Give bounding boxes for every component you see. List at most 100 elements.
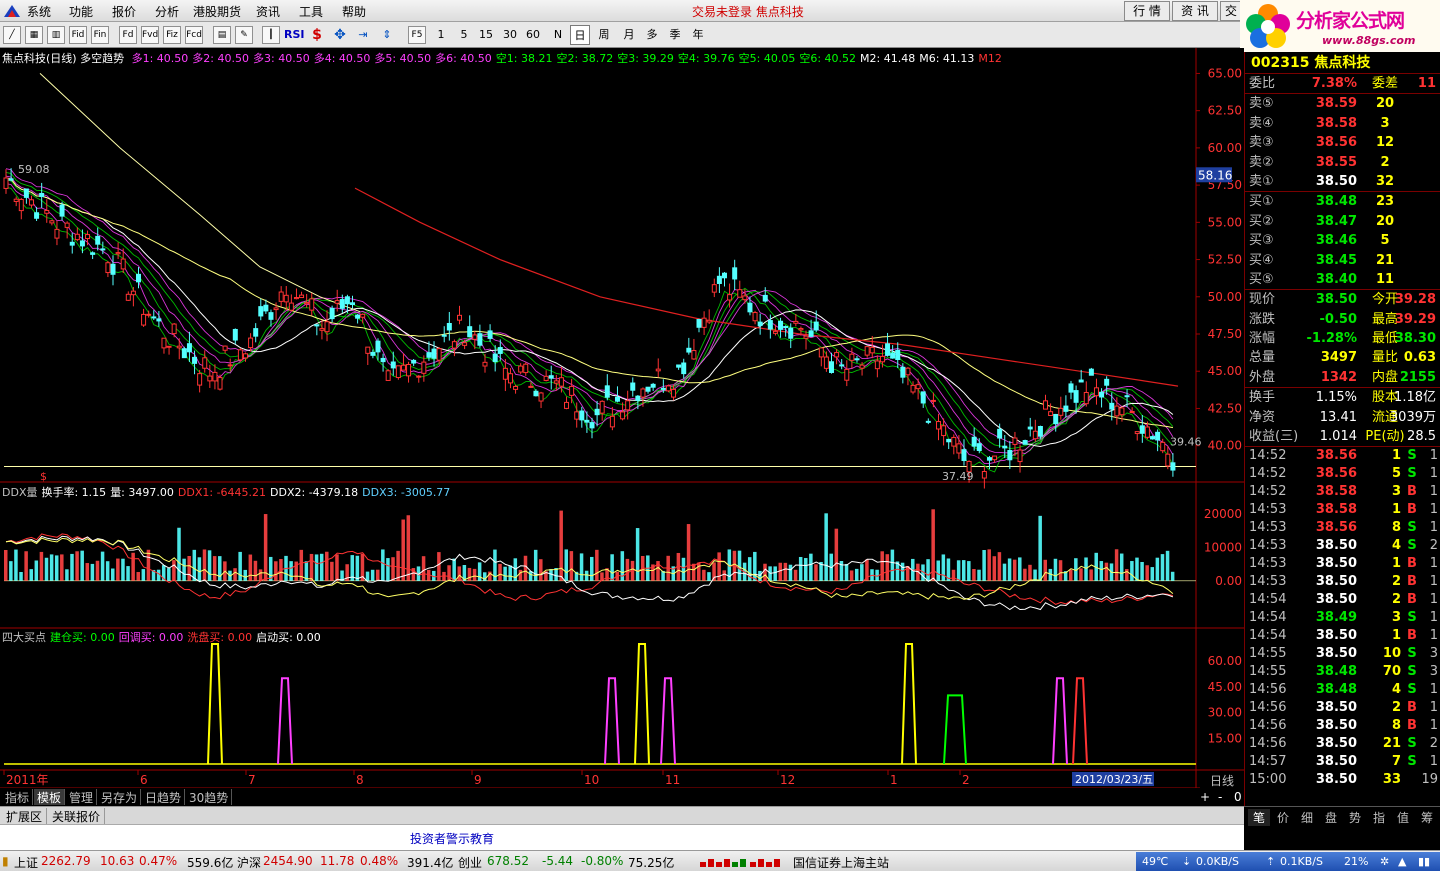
period-quarter[interactable]: 季 — [666, 25, 684, 45]
bottom-tab-3[interactable]: 另存为 — [98, 789, 142, 805]
settings-icon[interactable]: ✲ — [1380, 855, 1389, 868]
investor-notice-link[interactable]: 投资者警示教育 — [410, 830, 494, 847]
right-tab-5[interactable]: 指 — [1368, 809, 1390, 826]
period-indicator[interactable]: 日线 — [1200, 772, 1244, 788]
level-price: 38.47 — [1315, 213, 1357, 229]
line-chart-icon[interactable]: ╱ — [3, 26, 21, 44]
period-30min[interactable]: 30 — [501, 25, 519, 45]
candle-body — [533, 390, 539, 397]
candle-body — [242, 353, 248, 359]
menu-help[interactable]: 帮助 — [342, 3, 366, 20]
period-week[interactable]: 周 — [595, 25, 613, 45]
period-15min[interactable]: 15 — [477, 25, 495, 45]
move-icon[interactable]: ✥ — [331, 25, 349, 45]
bottom-tab-2[interactable]: 管理 — [66, 789, 98, 805]
stat-value: 0.63 — [1403, 350, 1436, 366]
main-legend-item-0: 多1: 40.50 — [131, 52, 189, 65]
quote-button[interactable]: 行 情 — [1124, 1, 1170, 21]
info-button[interactable]: 资 讯 — [1172, 1, 1218, 21]
candle-body — [936, 421, 942, 430]
chart-area[interactable]: 65.0062.5060.0057.5055.0052.5050.0047.50… — [0, 48, 1244, 788]
stat-row: 换手 1.15% 股本 1.18亿 — [1245, 388, 1440, 407]
trade-price: 38.50 — [1315, 574, 1357, 590]
fid-icon[interactable]: Fid — [69, 26, 87, 44]
candle-body — [507, 373, 513, 384]
menu-function[interactable]: 功能 — [69, 3, 93, 20]
zoom-reset-button[interactable]: 0 — [1234, 790, 1242, 806]
fiz-icon[interactable]: Fiz — [163, 26, 181, 44]
pen-icon[interactable]: ✎ — [235, 26, 253, 44]
stat-label: 换手 — [1249, 390, 1276, 406]
candle-body — [828, 361, 834, 373]
ddx-volume-bar — [192, 549, 197, 581]
period-n[interactable]: N — [549, 25, 567, 45]
candle-body — [1078, 379, 1084, 383]
menu-info[interactable]: 资讯 — [256, 3, 280, 20]
candle-body — [125, 293, 131, 301]
upload-speed: 0.1KB/S — [1280, 855, 1323, 868]
right-tab-6[interactable]: 值 — [1392, 809, 1414, 826]
trade-ticks[interactable]: 14:52 38.56 1 S 1 14:52 38.56 5 S 1 14:52 38.58 3 B 1 1… — [1245, 447, 1440, 789]
menu-quote[interactable]: 报价 — [112, 3, 136, 20]
period-5min[interactable]: 5 — [455, 25, 473, 45]
trade-price: 38.50 — [1315, 736, 1357, 752]
zoom-in-button[interactable]: + — [1200, 790, 1210, 806]
ext-tab-1[interactable]: 关联报价 — [48, 808, 106, 825]
fcd-icon[interactable]: Fcd — [185, 26, 203, 44]
bottom-tab-4[interactable]: 日趋势 — [142, 789, 186, 805]
ddx-volume-bar — [131, 552, 135, 581]
candle-body — [74, 233, 80, 241]
dollar-icon[interactable]: $ — [308, 25, 326, 45]
candle-icon[interactable]: ┃ — [262, 26, 280, 44]
login-status[interactable]: 交易未登录 焦点科技 — [692, 3, 804, 20]
chart-type-icon[interactable]: ▤ — [213, 26, 231, 44]
period-60min[interactable]: 60 — [524, 25, 542, 45]
trade-side: B — [1407, 628, 1417, 644]
bottom-tab-1[interactable]: 模板 — [34, 789, 66, 805]
right-tab-1[interactable]: 价 — [1272, 809, 1294, 826]
menu-system[interactable]: 系统 — [27, 3, 51, 20]
brand-title: 分析家公式网 — [1296, 10, 1405, 32]
candle-body — [467, 326, 473, 338]
candle-body — [727, 294, 733, 301]
rsi-icon[interactable]: RSI — [284, 25, 305, 45]
menu-tools[interactable]: 工具 — [299, 3, 323, 20]
period-multi[interactable]: 多 — [643, 25, 661, 45]
candle-body — [543, 375, 549, 381]
f5-button[interactable]: F5 — [408, 26, 426, 44]
right-tab-0[interactable]: 笔 — [1248, 809, 1270, 826]
right-tab-3[interactable]: 盘 — [1320, 809, 1342, 826]
fd-icon[interactable]: Fd — [119, 26, 137, 44]
candle-body — [487, 330, 493, 339]
trade-price: 38.56 — [1315, 448, 1357, 464]
menu-hk-futures[interactable]: 港股期货 — [193, 3, 241, 20]
right-tab-7[interactable]: 筹 — [1416, 809, 1438, 826]
ext-tab-0[interactable]: 扩展区 — [2, 808, 48, 825]
alert-icon[interactable]: ▲ — [1398, 855, 1406, 868]
trade-button[interactable]: 交 — [1220, 1, 1242, 21]
fin-icon[interactable]: Fin — [91, 26, 109, 44]
signal-icon[interactable]: ▮▮ — [1418, 855, 1430, 868]
bottom-tab-5[interactable]: 30趋势 — [186, 789, 233, 805]
ddx-volume-bar — [763, 563, 767, 581]
period-year[interactable]: 年 — [689, 25, 707, 45]
brand-banner[interactable]: 分析家公式网 www.88gs.com — [1240, 0, 1440, 52]
period-1min[interactable]: 1 — [432, 25, 450, 45]
candle-body — [823, 356, 829, 369]
server-name[interactable]: 国信证券上海主站 — [793, 854, 889, 871]
period-day[interactable]: 日 — [570, 25, 590, 45]
scale-icon[interactable]: ⇕ — [378, 25, 396, 45]
zoom-out-button[interactable]: - — [1218, 790, 1222, 806]
right-tab-2[interactable]: 细 — [1296, 809, 1318, 826]
right-tab-4[interactable]: 势 — [1344, 809, 1366, 826]
ddx-volume-bar — [503, 566, 507, 581]
export-icon[interactable]: ⇥ — [354, 25, 372, 45]
stat-value: 2155 — [1399, 369, 1436, 385]
bars-icon[interactable]: ▥ — [47, 26, 65, 44]
menu-analysis[interactable]: 分析 — [155, 3, 179, 20]
bottom-tab-0[interactable]: 指标 — [2, 789, 34, 805]
sz-amount: 391.4亿 — [407, 856, 454, 870]
grid-icon[interactable]: ▦ — [25, 26, 43, 44]
period-month[interactable]: 月 — [620, 25, 638, 45]
fvd-icon[interactable]: Fvd — [141, 26, 159, 44]
